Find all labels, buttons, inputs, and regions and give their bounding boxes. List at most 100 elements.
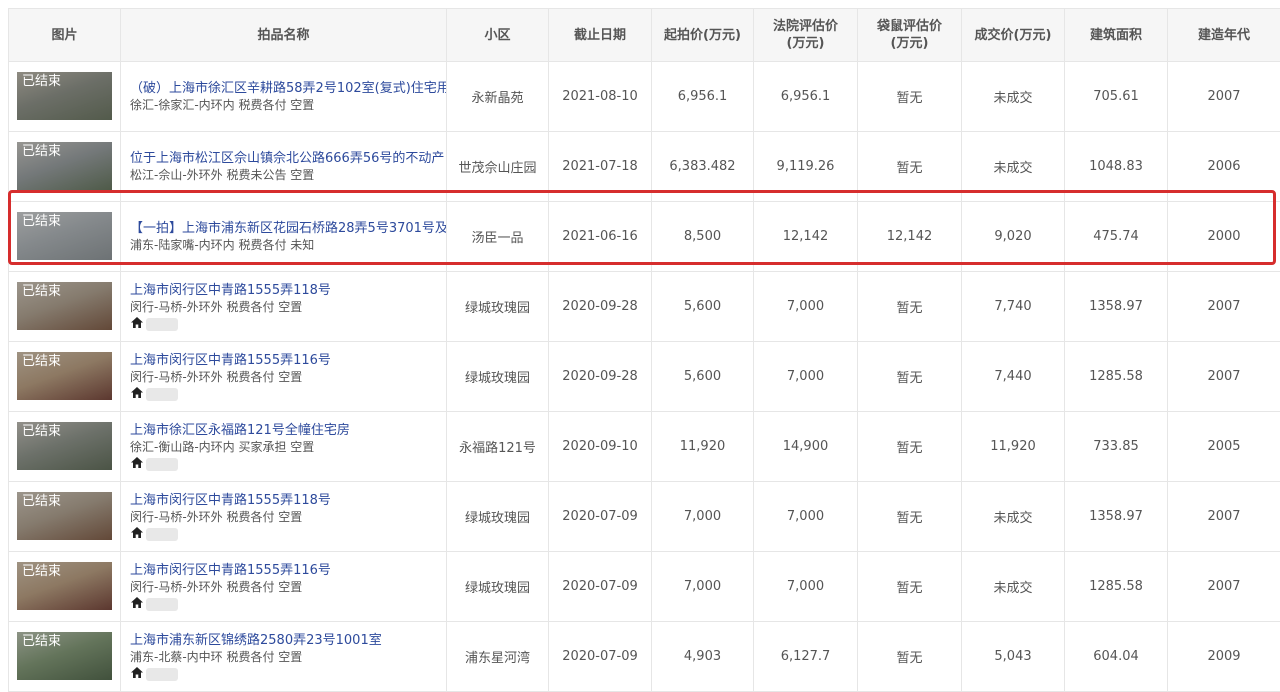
home-icon — [130, 316, 144, 333]
thumb-cell: 已结束 — [9, 272, 121, 342]
location-info: 浦东-陆家嘴-内环内 税费各付 未知 — [130, 237, 446, 254]
location-info: 浦东-北蔡-内中环 税费各付 空置 — [130, 649, 446, 666]
property-thumbnail[interactable]: 已结束 — [17, 632, 112, 680]
table-row[interactable]: 已结束 位于上海市松江区佘山镇佘北公路666弄56号的不动产松江-佘山-外环外 税… — [9, 132, 1280, 202]
name-cell: 【一拍】上海市浦东新区花园石桥路28弄5号3701号及浦东-陆家嘴-内环内 税费… — [121, 202, 447, 272]
table-row[interactable]: 已结束上海市闵行区中青路1555弄118号闵行-马桥-外环外 税费各付 空置绿城… — [9, 272, 1280, 342]
community-cell: 绿城玫瑰园 — [447, 342, 549, 412]
court-value-cell: 7,000 — [754, 482, 858, 552]
kangaroo-value-cell: 暂无 — [858, 412, 962, 482]
status-badge: 已结束 — [22, 284, 61, 300]
thumb-cell: 已结束 — [9, 412, 121, 482]
year-cell: 2006 — [1168, 132, 1280, 202]
year-cell: 2000 — [1168, 202, 1280, 272]
start-price-cell: 5,600 — [652, 272, 754, 342]
community-cell: 浦东星河湾 — [447, 622, 549, 692]
table-row[interactable]: 已结束【一拍】上海市浦东新区花园石桥路28弄5号3701号及浦东-陆家嘴-内环内… — [9, 202, 1280, 272]
area-cell: 475.74 — [1065, 202, 1168, 272]
name-cell: 上海市闵行区中青路1555弄116号闵行-马桥-外环外 税费各付 空置 — [121, 552, 447, 622]
header-image: 图片 — [9, 9, 121, 62]
property-thumbnail[interactable]: 已结束 — [17, 142, 112, 190]
header-area: 建筑面积 — [1065, 9, 1168, 62]
property-thumbnail[interactable]: 已结束 — [17, 282, 112, 330]
property-thumbnail[interactable]: 已结束 — [17, 212, 112, 260]
area-cell: 705.61 — [1065, 62, 1168, 132]
header-row: 图片 拍品名称 小区 截止日期 起拍价(万元) 法院评估价 (万元) 袋鼠评估价… — [9, 9, 1280, 62]
deal-price-cell: 未成交 — [962, 552, 1065, 622]
table-row[interactable]: 已结束 （破）上海市徐汇区辛耕路58弄2号102室(复式)住宅用徐汇-徐家汇-内环… — [9, 62, 1280, 132]
auction-title-link[interactable]: 上海市徐汇区永福路121号全幢住宅房 — [130, 422, 446, 439]
area-cell: 1285.58 — [1065, 342, 1168, 412]
auction-title-link[interactable]: 上海市闵行区中青路1555弄116号 — [130, 562, 446, 579]
deal-price-cell: 11,920 — [962, 412, 1065, 482]
deal-price-cell: 未成交 — [962, 482, 1065, 552]
area-cell: 733.85 — [1065, 412, 1168, 482]
area-cell: 1285.58 — [1065, 552, 1168, 622]
auction-title-link[interactable]: 位于上海市松江区佘山镇佘北公路666弄56号的不动产 — [130, 150, 446, 167]
auction-title-link[interactable]: 【一拍】上海市浦东新区花园石桥路28弄5号3701号及 — [130, 220, 446, 237]
owner-row — [130, 526, 446, 542]
auction-title-link[interactable]: 上海市闵行区中青路1555弄118号 — [130, 282, 446, 299]
blurred-info — [146, 528, 178, 541]
home-icon — [130, 386, 144, 403]
community-cell: 永新晶苑 — [447, 62, 549, 132]
deadline-cell: 2020-07-09 — [549, 552, 652, 622]
property-thumbnail[interactable]: 已结束 — [17, 492, 112, 540]
property-thumbnail[interactable]: 已结束 — [17, 422, 112, 470]
location-info: 徐汇-衡山路-内环内 买家承担 空置 — [130, 439, 446, 456]
court-value-cell: 12,142 — [754, 202, 858, 272]
blurred-info — [146, 598, 178, 611]
table-row[interactable]: 已结束 上海市闵行区中青路1555弄116号闵行-马桥-外环外 税费各付 空置绿城… — [9, 342, 1280, 412]
property-thumbnail[interactable]: 已结束 — [17, 72, 112, 120]
location-info: 徐汇-徐家汇-内环内 税费各付 空置 — [130, 97, 446, 114]
deal-price-cell: 7,740 — [962, 272, 1065, 342]
status-badge: 已结束 — [22, 144, 61, 160]
year-cell: 2007 — [1168, 272, 1280, 342]
auction-title-link[interactable]: （破）上海市徐汇区辛耕路58弄2号102室(复式)住宅用 — [130, 80, 446, 97]
deal-price-cell: 5,043 — [962, 622, 1065, 692]
property-thumbnail[interactable]: 已结束 — [17, 352, 112, 400]
location-info: 闵行-马桥-外环外 税费各付 空置 — [130, 509, 446, 526]
auction-title-link[interactable]: 上海市浦东新区锦绣路2580弄23号1001室 — [130, 632, 446, 649]
kangaroo-value-cell: 暂无 — [858, 132, 962, 202]
start-price-cell: 6,383.482 — [652, 132, 754, 202]
start-price-cell: 6,956.1 — [652, 62, 754, 132]
table-row[interactable]: 已结束 上海市闵行区中青路1555弄118号闵行-马桥-外环外 税费各付 空置绿城… — [9, 482, 1280, 552]
status-badge: 已结束 — [22, 354, 61, 370]
court-value-cell: 14,900 — [754, 412, 858, 482]
deadline-cell: 2020-07-09 — [549, 622, 652, 692]
community-cell: 绿城玫瑰园 — [447, 482, 549, 552]
auction-title-link[interactable]: 上海市闵行区中青路1555弄118号 — [130, 492, 446, 509]
status-badge: 已结束 — [22, 494, 61, 510]
status-badge: 已结束 — [22, 74, 61, 90]
deadline-cell: 2020-09-28 — [549, 272, 652, 342]
start-price-cell: 4,903 — [652, 622, 754, 692]
community-cell: 世茂佘山庄园 — [447, 132, 549, 202]
name-cell: 上海市闵行区中青路1555弄116号闵行-马桥-外环外 税费各付 空置 — [121, 342, 447, 412]
thumb-cell: 已结束 — [9, 132, 121, 202]
year-cell: 2007 — [1168, 552, 1280, 622]
header-start-price: 起拍价(万元) — [652, 9, 754, 62]
deadline-cell: 2020-09-28 — [549, 342, 652, 412]
community-cell: 绿城玫瑰园 — [447, 272, 549, 342]
thumb-cell: 已结束 — [9, 202, 121, 272]
status-badge: 已结束 — [22, 634, 61, 650]
name-cell: （破）上海市徐汇区辛耕路58弄2号102室(复式)住宅用徐汇-徐家汇-内环内 税… — [121, 62, 447, 132]
property-thumbnail[interactable]: 已结束 — [17, 562, 112, 610]
year-cell: 2007 — [1168, 62, 1280, 132]
blurred-info — [146, 318, 178, 331]
blurred-info — [146, 458, 178, 471]
auction-title-link[interactable]: 上海市闵行区中青路1555弄116号 — [130, 352, 446, 369]
kangaroo-value-cell: 暂无 — [858, 62, 962, 132]
blurred-info — [146, 388, 178, 401]
kangaroo-value-cell: 暂无 — [858, 552, 962, 622]
location-info: 闵行-马桥-外环外 税费各付 空置 — [130, 369, 446, 386]
court-value-cell: 6,127.7 — [754, 622, 858, 692]
owner-row — [130, 316, 446, 332]
location-info: 松江-佘山-外环外 税费未公告 空置 — [130, 167, 446, 184]
court-value-cell: 7,000 — [754, 272, 858, 342]
table-row[interactable]: 已结束上海市徐汇区永福路121号全幢住宅房徐汇-衡山路-内环内 买家承担 空置永… — [9, 412, 1280, 482]
table-row[interactable]: 已结束 上海市浦东新区锦绣路2580弄23号1001室浦东-北蔡-内中环 税费各付… — [9, 622, 1280, 692]
header-community: 小区 — [447, 9, 549, 62]
table-row[interactable]: 已结束上海市闵行区中青路1555弄116号闵行-马桥-外环外 税费各付 空置绿城… — [9, 552, 1280, 622]
